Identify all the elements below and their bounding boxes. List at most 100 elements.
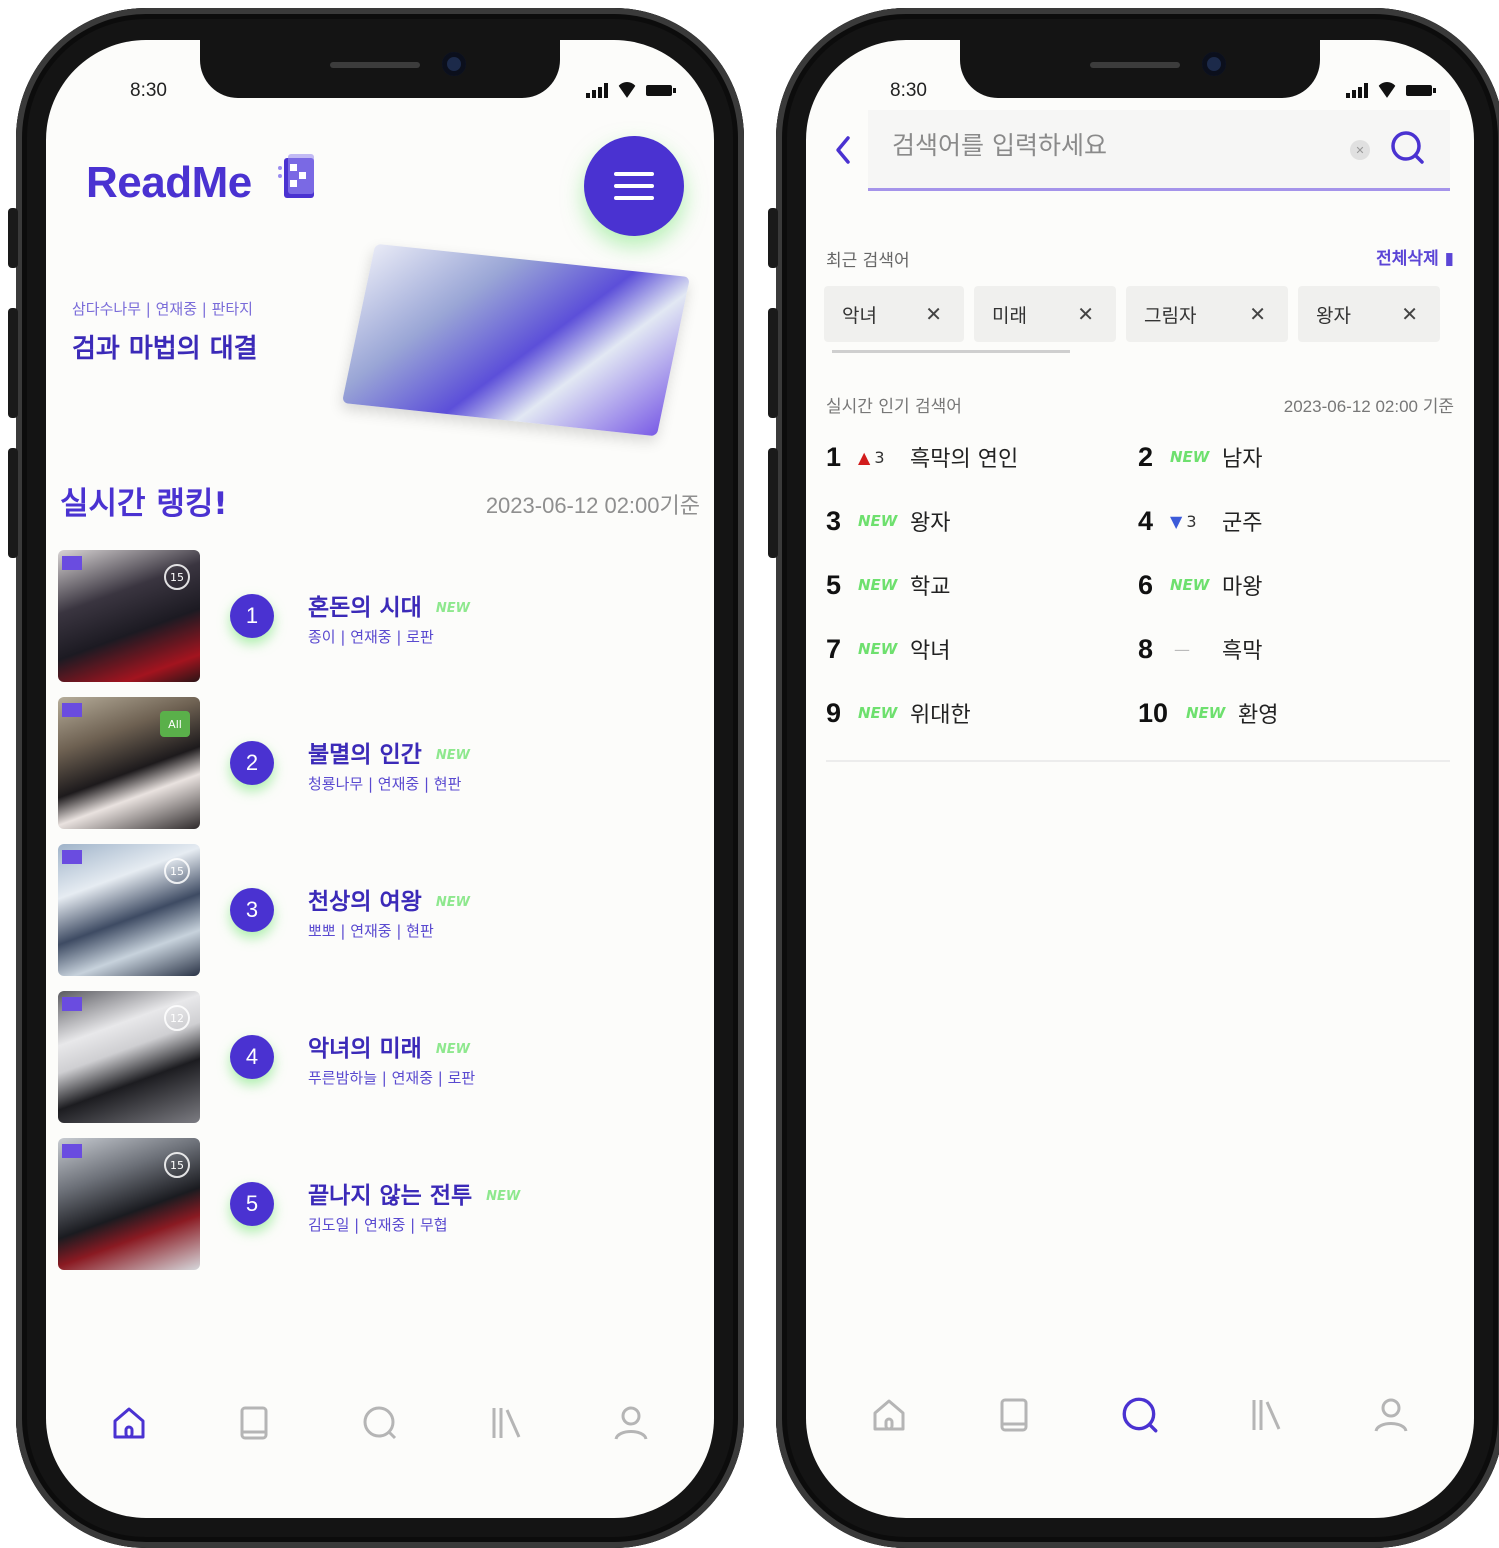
chips-scrollbar[interactable] <box>832 350 1070 353</box>
ranking-item[interactable]: 12 4 악녀의 미래 NEW 푸른밤하늘 | 연재중 | 로판 <box>58 991 714 1138</box>
volume-up-button <box>768 308 778 418</box>
featured-meta: 삼다수나무 | 연재중 | 판타지 <box>72 300 253 318</box>
rank-number: 3 <box>230 888 274 932</box>
volume-down-button <box>768 448 778 558</box>
recent-chip[interactable]: 왕자 ✕ <box>1298 286 1440 342</box>
status-icons <box>586 82 676 98</box>
popular-search-item[interactable]: 2 NEW 남자 <box>1138 438 1450 476</box>
tab-library[interactable] <box>1241 1390 1291 1440</box>
signal-icon <box>1346 82 1368 98</box>
popular-search-item[interactable]: 6 NEW 마왕 <box>1138 566 1450 604</box>
app-logo[interactable]: ReadMe <box>86 158 252 208</box>
home-icon <box>113 1407 145 1439</box>
ranking-item[interactable]: All 2 불멸의 인간 NEW 청룡나무 | 연재중 | 현판 <box>58 697 714 844</box>
popular-search-item[interactable]: 7 NEW 악녀 <box>826 630 1138 668</box>
close-icon[interactable]: ✕ <box>1401 302 1418 326</box>
popular-search-item[interactable]: 5 NEW 학교 <box>826 566 1138 604</box>
cover-thumbnail[interactable]: All <box>58 697 200 829</box>
recent-search-chips: 악녀 ✕ 미래 ✕ 그림자 ✕ 왕자 ✕ <box>824 286 1440 342</box>
cover-thumbnail[interactable]: 15 <box>58 844 200 976</box>
popular-search-list: 1 ▲ 3 흑막의 연인 2 NEW 남자 3 NEW 왕자 4 ▼ 3 군주 5 NEW 학교 6 NE… <box>826 438 1446 732</box>
age-rating-badge: 15 <box>164 1152 190 1178</box>
notch <box>960 40 1320 98</box>
popular-search-item[interactable]: 1 ▲ 3 흑막의 연인 <box>826 438 1138 476</box>
rank-number: 5 <box>230 1182 274 1226</box>
profile-icon <box>1374 1398 1408 1432</box>
camera-icon <box>1202 52 1226 76</box>
tab-profile[interactable] <box>606 1398 656 1448</box>
volume-down-button <box>8 448 18 558</box>
tab-books[interactable] <box>989 1390 1039 1440</box>
notch <box>200 40 560 98</box>
ranking-list: 15 1 혼돈의 시대 NEW 종이 | 연재중 | 로판 All 2 불멸의 인… <box>58 550 714 1285</box>
tab-profile[interactable] <box>1366 1390 1416 1440</box>
home-phone-frame: 8:30 ReadMe 삼다수나무 | 연재중 | 판타지 검과 마법의 대결 … <box>8 8 744 1548</box>
back-arrow-icon[interactable] <box>828 130 858 170</box>
search-phone-frame: 8:30 ✕ 최근 검색어 전체삭제 ▮ 악녀✕ 미래✕ 그림자✕ 왕자✕ 실시… <box>768 8 1499 1548</box>
delete-all-button[interactable]: 전체삭제 ▮ <box>1376 244 1454 269</box>
close-icon[interactable]: ✕ <box>925 302 942 326</box>
battery-icon <box>1406 84 1436 96</box>
book-icon <box>1000 1398 1028 1432</box>
popular-search-item[interactable]: 4 ▼ 3 군주 <box>1138 502 1450 540</box>
ranking-item[interactable]: 15 1 혼돈의 시대 NEW 종이 | 연재중 | 로판 <box>58 550 714 697</box>
novel-title[interactable]: 악녀의 미래 NEW <box>308 1029 470 1063</box>
novel-title[interactable]: 혼돈의 시대 NEW <box>308 588 470 622</box>
ranking-date: 2023-06-12 02:00기준 <box>485 493 700 518</box>
popular-search-item[interactable]: 3 NEW 왕자 <box>826 502 1138 540</box>
recent-chip[interactable]: 악녀 ✕ <box>824 286 964 342</box>
novel-title[interactable]: 끝나지 않는 전투 NEW <box>308 1176 520 1210</box>
search-icon[interactable] <box>1388 128 1428 168</box>
ranking-item[interactable]: 15 3 천상의 여왕 NEW 뽀뽀 | 연재중 | 현판 <box>58 844 714 991</box>
featured-title[interactable]: 검과 마법의 대결 <box>72 328 258 365</box>
popular-search-item[interactable]: 10 NEW 환영 <box>1138 694 1450 732</box>
cover-thumbnail[interactable]: 15 <box>58 1138 200 1270</box>
recent-chip[interactable]: 미래 ✕ <box>974 286 1116 342</box>
home-screen: 8:30 ReadMe 삼다수나무 | 연재중 | 판타지 검과 마법의 대결 … <box>46 40 714 1518</box>
clear-input-button[interactable]: ✕ <box>1350 140 1370 160</box>
wifi-icon <box>1376 82 1398 98</box>
rank-same-icon: — <box>1174 639 1190 659</box>
tab-library[interactable] <box>481 1398 531 1448</box>
new-badge: NEW <box>435 748 470 763</box>
popular-searches-date: 2023-06-12 02:00 기준 <box>1283 397 1454 416</box>
close-icon: ✕ <box>1355 143 1365 157</box>
menu-button[interactable] <box>584 136 684 236</box>
search-input[interactable] <box>890 130 1334 161</box>
new-badge: NEW <box>435 895 470 910</box>
close-icon[interactable]: ✕ <box>1249 302 1266 326</box>
tab-search[interactable] <box>1115 1390 1165 1440</box>
search-icon <box>363 1406 397 1440</box>
popular-search-item[interactable]: 8— 흑막 <box>1138 630 1450 668</box>
ranking-item[interactable]: 15 5 끝나지 않는 전투 NEW 김도일 | 연재중 | 무협 <box>58 1138 714 1285</box>
cover-thumbnail[interactable]: 12 <box>58 991 200 1123</box>
novel-meta: 뽀뽀 | 연재중 | 현판 <box>308 922 434 940</box>
novel-meta: 청룡나무 | 연재중 | 현판 <box>308 775 462 793</box>
mute-switch <box>8 208 18 268</box>
mute-switch <box>768 208 778 268</box>
tab-search[interactable] <box>355 1398 405 1448</box>
ranking-title: 실시간 랭킹! <box>60 486 228 522</box>
new-badge: NEW <box>435 601 470 616</box>
popular-search-item[interactable]: 9 NEW 위대한 <box>826 694 1138 732</box>
novel-meta: 푸른밤하늘 | 연재중 | 로판 <box>308 1069 476 1087</box>
tab-books[interactable] <box>229 1398 279 1448</box>
tab-home[interactable] <box>864 1390 914 1440</box>
recent-chip[interactable]: 그림자 ✕ <box>1126 286 1288 342</box>
novel-title[interactable]: 불멸의 인간 NEW <box>308 735 470 769</box>
novel-meta: 종이 | 연재중 | 로판 <box>308 628 434 646</box>
novel-title[interactable]: 천상의 여왕 NEW <box>308 882 470 916</box>
home-icon <box>873 1399 905 1431</box>
search-icon <box>1122 1397 1158 1433</box>
volume-up-button <box>8 308 18 418</box>
tab-home[interactable] <box>104 1398 154 1448</box>
status-time: 8:30 <box>130 80 167 101</box>
age-rating-badge: 12 <box>164 1005 190 1031</box>
camera-icon <box>442 52 466 76</box>
cover-thumbnail[interactable]: 15 <box>58 550 200 682</box>
featured-cover[interactable] <box>341 243 691 437</box>
search-bar: ✕ <box>868 110 1450 191</box>
close-icon[interactable]: ✕ <box>1077 302 1094 326</box>
library-icon <box>1252 1400 1280 1430</box>
book-logo-icon <box>278 154 314 198</box>
